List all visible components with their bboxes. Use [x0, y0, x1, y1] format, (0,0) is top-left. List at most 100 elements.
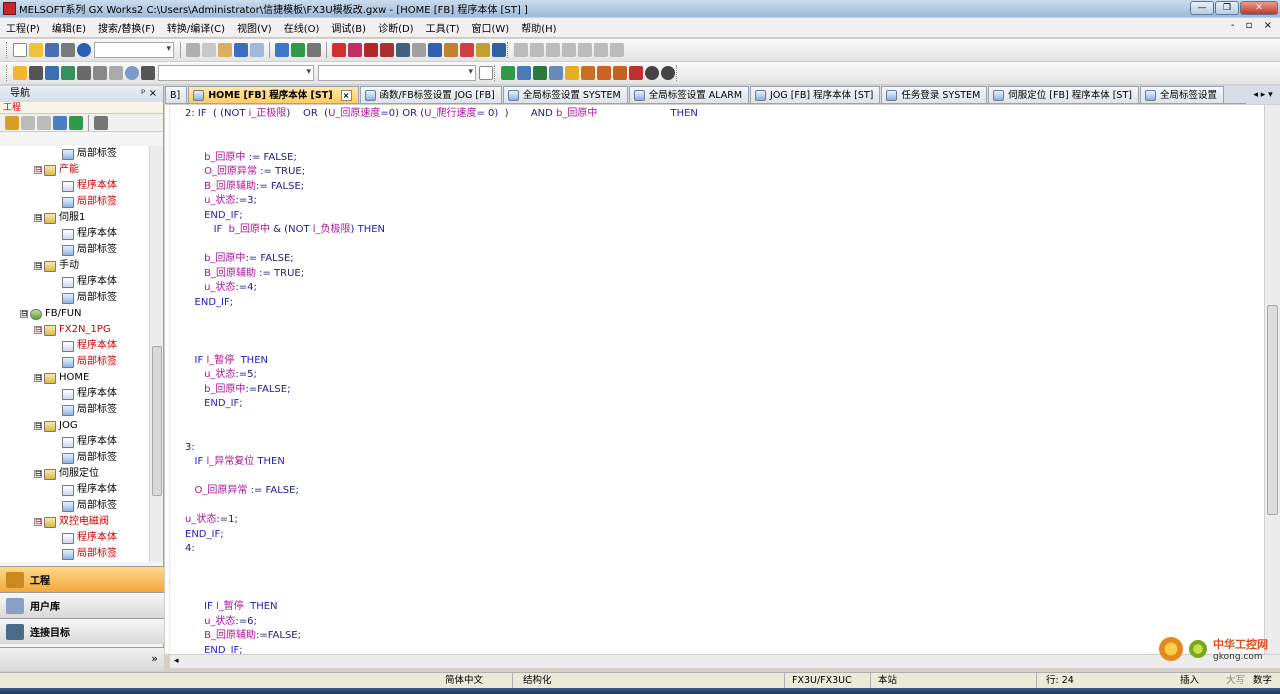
code-line[interactable]: b_回原中 := FALSE;: [185, 151, 698, 166]
toolbar-grip[interactable]: [507, 42, 510, 58]
print-icon[interactable]: [61, 43, 75, 57]
code-line[interactable]: [185, 470, 698, 485]
tree-item[interactable]: 局部标签: [62, 498, 117, 514]
cross-reference-icon[interactable]: [307, 43, 321, 57]
ladder-line-icon[interactable]: [546, 43, 560, 57]
tree-item[interactable]: ⊟ FB/FUN: [20, 306, 82, 322]
menu-window[interactable]: 窗口(W): [466, 20, 516, 35]
copy-icon[interactable]: [202, 43, 216, 57]
tree-item[interactable]: 程序本体: [62, 226, 117, 242]
cut-icon[interactable]: [186, 43, 200, 57]
expand-toggle-icon[interactable]: ⊟: [34, 422, 42, 430]
pin-close-controls[interactable]: ᵖ ×: [141, 86, 157, 102]
code-line[interactable]: END_IF;: [185, 209, 698, 224]
help-icon[interactable]: [77, 43, 91, 57]
project-nav-button[interactable]: 工程: [0, 566, 164, 592]
paste-icon[interactable]: [218, 43, 232, 57]
mdi-controls[interactable]: - ▫ ×: [1231, 20, 1276, 31]
code-line[interactable]: [185, 426, 698, 441]
nav-property-icon[interactable]: [53, 115, 67, 130]
tree-item[interactable]: ⊟ 双控电磁阀: [34, 514, 109, 530]
menu-convert-compile[interactable]: 转换/编译(C): [161, 20, 231, 35]
tree-item[interactable]: 局部标签: [62, 402, 117, 418]
nav-refresh-icon[interactable]: [69, 115, 83, 130]
compile-icon[interactable]: [517, 66, 531, 80]
code-line[interactable]: IF l_暂停 THEN: [185, 600, 698, 615]
function-icon[interactable]: [629, 66, 643, 80]
check-icon[interactable]: [549, 66, 563, 80]
code-line[interactable]: [185, 571, 698, 586]
device-combo[interactable]: [318, 65, 476, 81]
rebuild-icon[interactable]: [533, 66, 547, 80]
st-editor[interactable]: 2: IF ( (NOT i_正极限) OR (U_回原速度=0) OR (U_…: [170, 105, 1264, 654]
ladder-vertical-icon[interactable]: [562, 43, 576, 57]
code-line[interactable]: END_IF;: [185, 397, 698, 412]
code-line[interactable]: b_回原中:= FALSE;: [185, 252, 698, 267]
window-view-icon[interactable]: [45, 66, 59, 80]
redo-icon[interactable]: [250, 43, 264, 57]
tab-7[interactable]: 伺服定位 [FB] 程序本体 [ST]: [988, 86, 1139, 103]
tree-item[interactable]: 局部标签: [62, 354, 117, 370]
code-line[interactable]: END_IF;: [185, 644, 698, 655]
ladder-contact-icon[interactable]: [578, 43, 592, 57]
menu-online[interactable]: 在线(O): [278, 20, 326, 35]
tree-item[interactable]: ⊟ 伺服1: [34, 210, 85, 226]
write-plc-icon[interactable]: [332, 43, 346, 57]
code-line[interactable]: u_状态:=6;: [185, 615, 698, 630]
tab-8[interactable]: 全局标签设置: [1139, 86, 1224, 103]
tab-close-icon[interactable]: ×: [340, 89, 352, 101]
expand-toggle-icon[interactable]: ⊟: [34, 470, 42, 478]
code-line[interactable]: u_状态:=1;: [185, 513, 698, 528]
tree-item[interactable]: 程序本体: [62, 530, 117, 546]
tree-item[interactable]: ⊟ JOG: [34, 418, 78, 434]
tree-item[interactable]: ⊟ FX2N_1PG: [34, 322, 111, 338]
buffer-monitor-icon[interactable]: [476, 43, 490, 57]
fb-instance-icon[interactable]: [613, 66, 627, 80]
menu-project[interactable]: 工程(P): [0, 20, 46, 35]
property-icon[interactable]: [61, 66, 75, 80]
menu-diagnostics[interactable]: 诊断(D): [372, 20, 420, 35]
code-line[interactable]: [185, 122, 698, 137]
editor-scroll-thumb[interactable]: [1267, 305, 1278, 515]
watch-icon[interactable]: [412, 43, 426, 57]
project-view-icon[interactable]: [13, 66, 27, 80]
code-line[interactable]: IF b_回原中 & (NOT l_负极限) THEN: [185, 223, 698, 238]
undo-icon[interactable]: [234, 43, 248, 57]
expand-toggle-icon[interactable]: ⊟: [34, 518, 42, 526]
verify-plc-icon[interactable]: [364, 43, 378, 57]
new-data-icon[interactable]: [5, 115, 19, 130]
expand-toggle-icon[interactable]: ⊟: [20, 310, 28, 318]
toolbar-grip[interactable]: [494, 65, 497, 81]
expand-toggle-icon[interactable]: ⊟: [34, 262, 42, 270]
menu-edit[interactable]: 编辑(E): [46, 20, 92, 35]
code-line[interactable]: b_回原中:=FALSE;: [185, 383, 698, 398]
code-line[interactable]: [185, 586, 698, 601]
tab-0[interactable]: B]: [165, 86, 188, 103]
device-search-icon[interactable]: [275, 43, 289, 57]
menu-tools[interactable]: 工具(T): [420, 20, 466, 35]
instruction-search-icon[interactable]: [291, 43, 305, 57]
new-file-icon[interactable]: [13, 43, 27, 57]
code-line[interactable]: u_状态:=4;: [185, 281, 698, 296]
simulation-icon[interactable]: [428, 43, 442, 57]
menu-help[interactable]: 帮助(H): [515, 20, 562, 35]
menu-debug[interactable]: 调试(B): [325, 20, 372, 35]
online-data-icon[interactable]: [492, 43, 506, 57]
monitor-stop-icon[interactable]: [396, 43, 410, 57]
ladder-coil-icon[interactable]: [594, 43, 608, 57]
tree-item[interactable]: 程序本体: [62, 482, 117, 498]
code-line[interactable]: END_IF;: [185, 528, 698, 543]
device-monitor-icon[interactable]: [444, 43, 458, 57]
code-line[interactable]: [185, 310, 698, 325]
save-icon[interactable]: [45, 43, 59, 57]
menu-find-replace[interactable]: 搜索/替换(F): [92, 20, 161, 35]
tree-scrollbar[interactable]: [149, 146, 163, 562]
binoculars-icon[interactable]: [141, 66, 155, 80]
tab-5[interactable]: JOG [FB] 程序本体 [ST]: [750, 86, 881, 103]
expand-toggle-icon[interactable]: ⊟: [34, 374, 42, 382]
open-folder-icon[interactable]: [29, 43, 43, 57]
tree-item[interactable]: 程序本体: [62, 274, 117, 290]
code-line[interactable]: [185, 557, 698, 572]
tree-item[interactable]: ⊟ HOME: [34, 370, 89, 386]
code-line[interactable]: B_回原辅助:=FALSE;: [185, 629, 698, 644]
